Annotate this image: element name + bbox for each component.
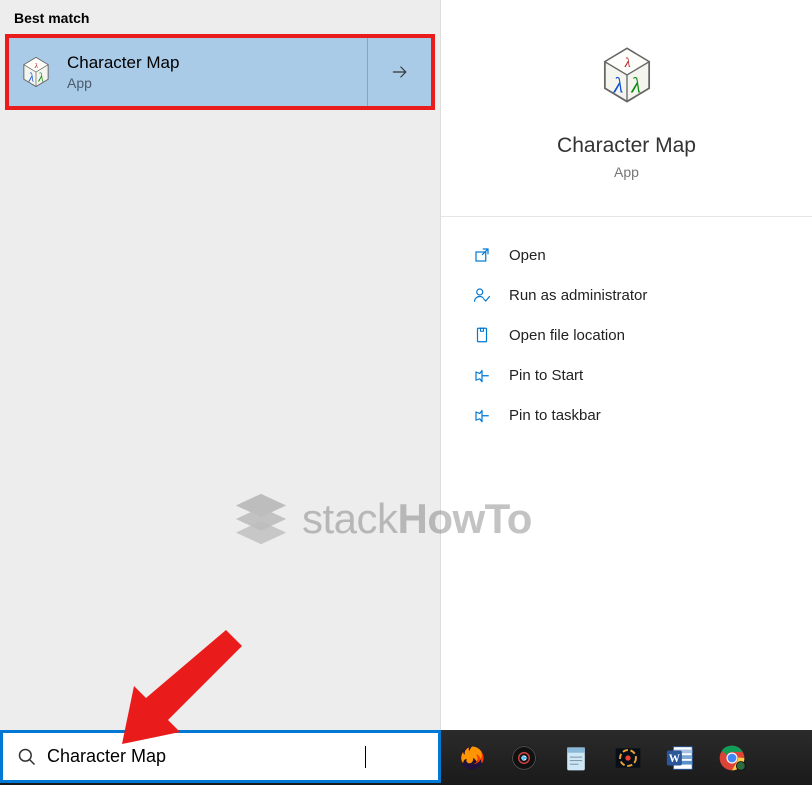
actions-list: Open Run as administrator Open file loca…	[441, 217, 812, 435]
search-input[interactable]	[47, 746, 367, 767]
action-label: Open file location	[509, 327, 625, 344]
results-panel: Best match Character Map App	[0, 0, 441, 730]
chrome-icon[interactable]	[715, 741, 749, 775]
charmap-app-icon	[19, 55, 53, 89]
pin-start-icon	[473, 366, 491, 384]
result-subtitle: App	[67, 75, 367, 91]
word-icon[interactable]: W	[663, 741, 697, 775]
details-panel: Character Map App Open Run as administra…	[441, 0, 812, 730]
result-expand-button[interactable]	[367, 38, 431, 106]
notepad-icon[interactable]	[559, 741, 593, 775]
admin-icon	[473, 286, 491, 304]
action-pin-start[interactable]: Pin to Start	[441, 355, 812, 395]
action-run-admin[interactable]: Run as administrator	[441, 275, 812, 315]
details-title: Character Map	[441, 134, 812, 158]
search-icon	[17, 747, 37, 767]
media-player-icon[interactable]	[507, 741, 541, 775]
charmap-app-icon-large	[592, 44, 662, 106]
photoscape-icon[interactable]	[611, 741, 645, 775]
folder-icon	[473, 326, 491, 344]
firefox-icon[interactable]	[455, 741, 489, 775]
result-title: Character Map	[67, 53, 367, 73]
result-character-map[interactable]: Character Map App	[5, 34, 435, 110]
arrow-right-icon	[390, 62, 410, 82]
text-cursor	[365, 746, 366, 768]
action-open[interactable]: Open	[441, 235, 812, 275]
action-label: Run as administrator	[509, 287, 647, 304]
pin-taskbar-icon	[473, 406, 491, 424]
taskbar-app-icons: W	[441, 730, 812, 785]
taskbar: W	[0, 730, 812, 785]
details-header: Character Map App	[441, 0, 812, 217]
action-open-location[interactable]: Open file location	[441, 315, 812, 355]
section-header-best-match: Best match	[0, 0, 440, 34]
details-subtitle: App	[441, 164, 812, 180]
search-box[interactable]	[0, 730, 441, 783]
open-icon	[473, 246, 491, 264]
action-label: Pin to taskbar	[509, 407, 601, 424]
action-label: Open	[509, 247, 546, 264]
svg-text:W: W	[669, 752, 681, 764]
action-pin-taskbar[interactable]: Pin to taskbar	[441, 395, 812, 435]
action-label: Pin to Start	[509, 367, 583, 384]
